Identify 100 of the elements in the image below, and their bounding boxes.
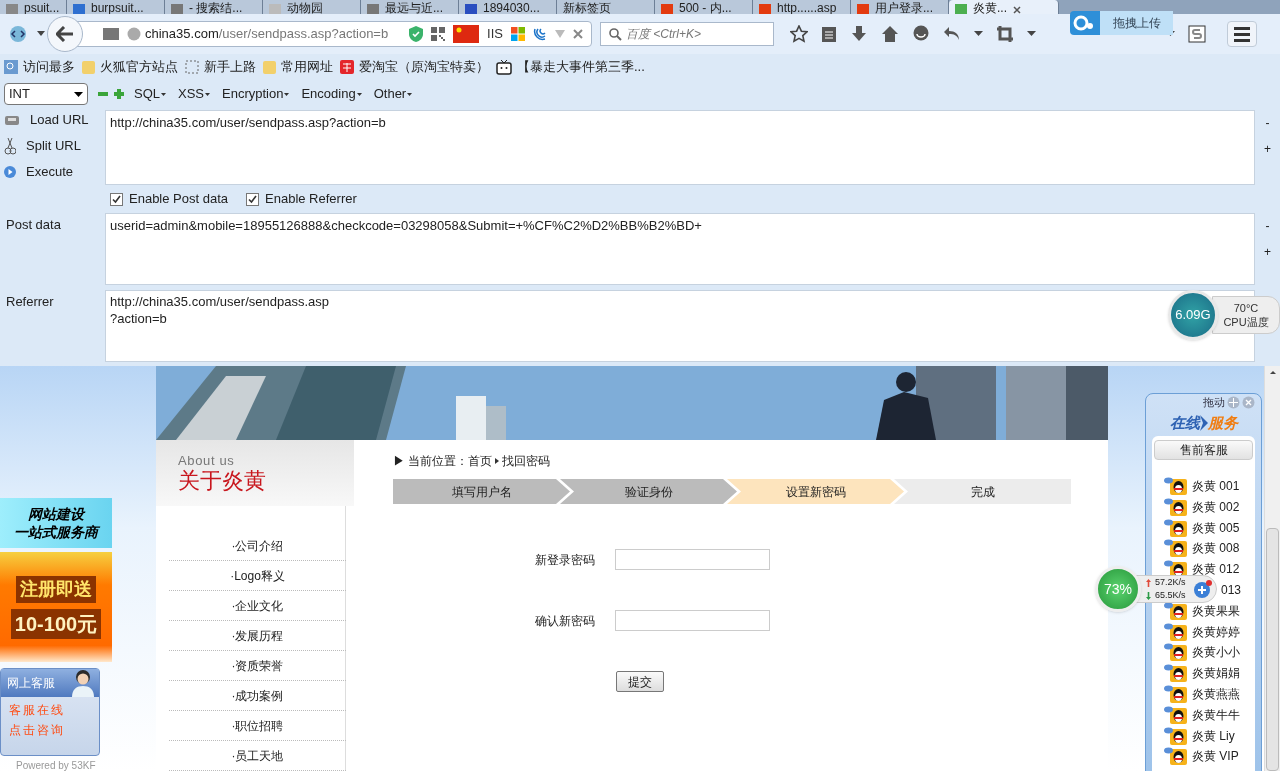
bookmark[interactable]: 爱淘宝（原淘宝特卖） bbox=[340, 57, 489, 77]
plus-icon[interactable] bbox=[1191, 579, 1214, 599]
code-icon[interactable] bbox=[8, 24, 28, 44]
bookmark[interactable]: 【暴走大事件第三季... bbox=[496, 57, 645, 77]
search-field[interactable]: 百度 <Ctrl+K> bbox=[600, 22, 774, 46]
sidebar-link[interactable]: ·资质荣誉 bbox=[231, 656, 284, 675]
resize-button[interactable]: - bbox=[1265, 217, 1270, 235]
sidebar-link[interactable]: ·Logo释义 bbox=[230, 566, 285, 585]
ad-banner[interactable]: 网站建设 一站式服务商 bbox=[0, 498, 112, 548]
contact-item[interactable]: 炎黄 VIP bbox=[1164, 749, 1239, 764]
back-button[interactable] bbox=[47, 16, 83, 52]
sidebar-link[interactable]: ·成功案例 bbox=[231, 686, 284, 705]
checkbox[interactable] bbox=[246, 192, 260, 206]
breadcrumb-link[interactable]: 找回密码 bbox=[502, 452, 551, 470]
contact-item[interactable]: 炎黄 Liy bbox=[1164, 728, 1235, 743]
qr-code-icon[interactable] bbox=[431, 27, 446, 41]
post-data-label: Post data bbox=[6, 217, 61, 232]
upload-popup[interactable]: 拖拽上传 bbox=[1070, 11, 1173, 35]
contact-item[interactable]: 炎黄 002 bbox=[1164, 499, 1240, 514]
scrollbar[interactable] bbox=[1264, 366, 1280, 771]
tab[interactable]: 动物园 bbox=[263, 0, 361, 14]
resize-button[interactable]: + bbox=[1264, 243, 1271, 261]
home-icon[interactable] bbox=[881, 25, 899, 43]
menu-button[interactable]: Other bbox=[373, 84, 413, 104]
tab[interactable]: 最远与近... bbox=[361, 0, 459, 14]
tab[interactable]: - 搜索结... bbox=[165, 0, 263, 14]
bookmark[interactable]: 常用网址 bbox=[263, 57, 333, 77]
contact-item[interactable]: 炎黄小小 bbox=[1164, 645, 1240, 660]
chat-icon[interactable] bbox=[912, 25, 930, 43]
action-button[interactable]: Load URL bbox=[4, 110, 105, 130]
undo-icon[interactable] bbox=[943, 26, 961, 42]
tab[interactable]: 新标签页 bbox=[557, 0, 655, 14]
tab[interactable]: http......asp bbox=[753, 0, 851, 14]
tab[interactable]: 用户登录... bbox=[851, 0, 949, 14]
password-field[interactable] bbox=[615, 610, 770, 631]
tab[interactable]: 1894030... bbox=[459, 0, 557, 14]
resize-button[interactable]: - bbox=[1265, 114, 1270, 132]
menu-button[interactable]: XSS bbox=[178, 84, 211, 104]
person-icon bbox=[71, 669, 95, 697]
crop-icon[interactable] bbox=[996, 25, 1014, 43]
cpu-temp-panel: 70°C CPU温度 bbox=[1212, 296, 1280, 334]
minus-icon[interactable] bbox=[98, 89, 108, 99]
menu-button[interactable] bbox=[1227, 21, 1257, 47]
bookmark[interactable]: 火狐官方站点 bbox=[82, 57, 178, 77]
sidebar-link[interactable]: ·员工天地 bbox=[231, 746, 284, 765]
tab-icon bbox=[759, 4, 771, 14]
action-button[interactable]: Split URL bbox=[4, 136, 105, 156]
contact-item[interactable]: 炎黄 005 bbox=[1164, 520, 1240, 535]
sidebar-link[interactable]: ·企业文化 bbox=[231, 596, 284, 615]
ad-banner[interactable]: 注册即送 10-100元 bbox=[0, 552, 112, 662]
close-icon[interactable] bbox=[1013, 6, 1021, 14]
password-field[interactable] bbox=[615, 549, 770, 570]
contact-item[interactable]: 炎黄娟娟 bbox=[1164, 666, 1240, 681]
dropdown-icon[interactable] bbox=[1027, 31, 1036, 37]
resize-button[interactable]: + bbox=[1264, 140, 1271, 158]
contact-item[interactable]: 炎黄牛牛 bbox=[1164, 707, 1240, 722]
tab[interactable]: 500 - 内... bbox=[655, 0, 753, 14]
penguin-icon bbox=[1164, 684, 1188, 703]
drag-label[interactable]: 拖动 bbox=[1203, 393, 1225, 411]
sidebar-link[interactable]: ·职位招聘 bbox=[231, 716, 284, 735]
contact-item[interactable]: 炎黄燕燕 bbox=[1164, 686, 1240, 701]
group-header[interactable]: 售前客服 bbox=[1154, 440, 1253, 460]
contact-item[interactable]: 炎黄婷婷 bbox=[1164, 624, 1240, 639]
caret-icon bbox=[161, 92, 166, 96]
dashed-square-icon bbox=[185, 60, 199, 74]
bookmark[interactable]: 访问最多 bbox=[4, 57, 75, 77]
post-data-textarea[interactable]: userid=admin&mobile=18955126888&checkcode=03298058&Submit=+%CF%C2%D2%BB%B2%BD+ bbox=[105, 213, 1255, 285]
submit-button[interactable]: 提交 bbox=[616, 671, 664, 692]
powered-by-text: Powered by 53KF bbox=[15, 760, 97, 771]
checkbox[interactable] bbox=[110, 192, 123, 206]
play-icon bbox=[4, 166, 16, 178]
tab[interactable]: psuit... bbox=[0, 0, 67, 14]
tab-icon bbox=[73, 4, 85, 14]
contact-item[interactable]: 炎黄果果 bbox=[1164, 603, 1240, 618]
tab[interactable]: 炎黄... bbox=[949, 0, 1059, 14]
close-icon[interactable] bbox=[573, 29, 583, 39]
sidebar-link[interactable]: ·公司介绍 bbox=[231, 536, 284, 555]
contact-item[interactable]: 013 bbox=[1221, 583, 1242, 597]
dropdown-icon[interactable] bbox=[36, 31, 46, 37]
list-icon[interactable] bbox=[821, 25, 837, 43]
menu-button[interactable]: Encryption bbox=[222, 84, 290, 104]
service-title: 服务 bbox=[1207, 412, 1238, 433]
flag-icon bbox=[453, 25, 480, 43]
action-button[interactable]: Execute bbox=[4, 162, 105, 182]
download-icon[interactable] bbox=[850, 25, 868, 43]
star-icon[interactable] bbox=[790, 25, 808, 43]
tab[interactable]: burpsuit... bbox=[67, 0, 165, 14]
s-logo-icon[interactable] bbox=[1188, 25, 1206, 43]
bookmark[interactable]: 新手上路 bbox=[185, 57, 256, 77]
menu-button[interactable]: Encoding bbox=[301, 84, 362, 104]
tab-icon bbox=[269, 4, 281, 14]
sidebar-link[interactable]: ·发展历程 bbox=[231, 626, 284, 645]
menu-button[interactable]: SQL bbox=[134, 84, 166, 104]
plus-icon[interactable] bbox=[114, 89, 124, 99]
contact-item[interactable]: 炎黄 008 bbox=[1164, 541, 1240, 556]
type-select[interactable]: INT bbox=[4, 83, 88, 105]
ad-text: 注册即送 bbox=[16, 575, 96, 603]
contact-item[interactable]: 炎黄 001 bbox=[1164, 479, 1240, 493]
url-textarea[interactable]: http://china35.com/user/sendpass.asp?action=b bbox=[105, 110, 1255, 185]
dropdown-icon[interactable] bbox=[974, 31, 983, 37]
